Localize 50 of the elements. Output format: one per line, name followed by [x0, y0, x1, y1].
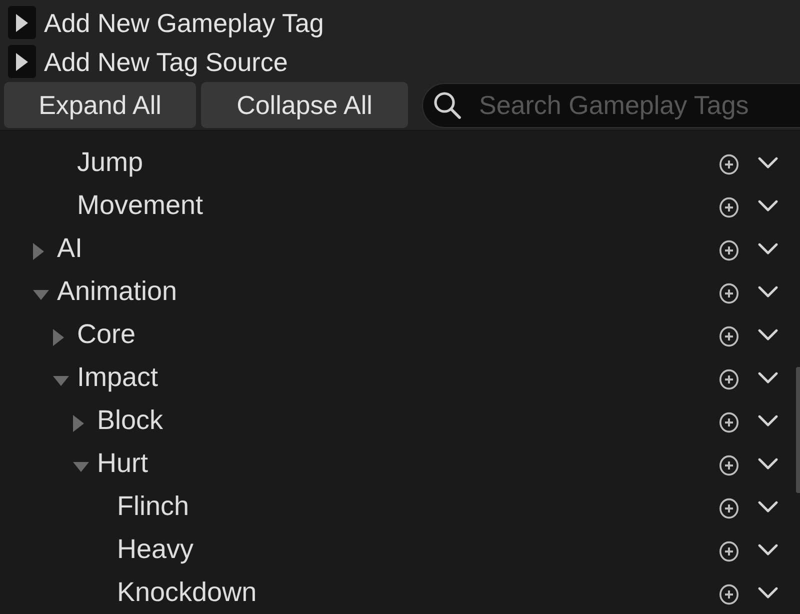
add-circle-icon[interactable] — [719, 412, 739, 432]
section-expander-button[interactable] — [8, 6, 36, 39]
toolbar-button[interactable]: Collapse All — [201, 82, 408, 128]
collapsed-triangle-icon[interactable] — [73, 415, 84, 432]
chevron-down-icon[interactable] — [758, 586, 778, 598]
collapsed-triangle-icon[interactable] — [53, 329, 64, 346]
tag-label[interactable]: Knockdown — [117, 579, 257, 606]
section-label[interactable]: Add New Tag Source — [44, 48, 288, 74]
search-field[interactable]: Search Gameplay Tags — [422, 82, 800, 128]
add-circle-icon[interactable] — [719, 454, 739, 476]
chevron-down-icon[interactable] — [758, 200, 778, 212]
expanded-triangle-icon[interactable] — [53, 376, 69, 386]
chevron-down-icon[interactable] — [758, 458, 778, 470]
add-circle-icon[interactable] — [719, 540, 739, 562]
tag-label[interactable]: AI — [57, 235, 83, 262]
chevron-down-icon[interactable] — [758, 372, 778, 384]
add-circle-icon[interactable] — [719, 326, 739, 346]
add-circle-icon[interactable] — [719, 498, 739, 518]
tag-label[interactable]: Heavy — [117, 536, 194, 563]
collapsed-triangle-icon[interactable] — [33, 243, 44, 260]
add-circle-icon[interactable] — [719, 584, 739, 604]
chevron-down-icon[interactable] — [758, 500, 778, 512]
chevron-down-icon[interactable] — [758, 242, 778, 254]
chevron-down-icon[interactable] — [758, 544, 778, 556]
collapsed-triangle-icon — [16, 52, 28, 70]
expanded-triangle-icon[interactable] — [73, 462, 89, 472]
add-circle-icon[interactable] — [719, 282, 739, 304]
search-icon — [433, 91, 461, 119]
tag-label[interactable]: Block — [97, 407, 164, 434]
add-circle-icon[interactable] — [719, 154, 739, 174]
chevron-down-icon[interactable] — [758, 156, 778, 168]
tag-label[interactable]: Impact — [77, 364, 158, 391]
section-expander-button[interactable] — [8, 45, 36, 78]
toolbar-button[interactable]: Expand All — [4, 82, 196, 128]
tag-label[interactable]: Movement — [77, 192, 204, 219]
collapsed-triangle-icon — [16, 14, 28, 32]
tag-label[interactable]: Flinch — [117, 493, 190, 520]
chevron-down-icon[interactable] — [758, 414, 778, 426]
tag-label[interactable]: Core — [77, 321, 136, 348]
chevron-down-icon[interactable] — [758, 328, 778, 340]
tag-label[interactable]: Jump — [77, 149, 144, 176]
add-circle-icon[interactable] — [719, 196, 739, 218]
tag-label[interactable]: Animation — [57, 278, 178, 305]
add-circle-icon[interactable] — [719, 240, 739, 260]
scrollbar-thumb[interactable] — [796, 367, 800, 493]
tag-label[interactable]: Hurt — [97, 450, 148, 477]
add-circle-icon[interactable] — [719, 368, 739, 390]
section-label[interactable]: Add New Gameplay Tag — [44, 10, 324, 36]
expanded-triangle-icon[interactable] — [33, 290, 49, 300]
chevron-down-icon[interactable] — [758, 286, 778, 298]
